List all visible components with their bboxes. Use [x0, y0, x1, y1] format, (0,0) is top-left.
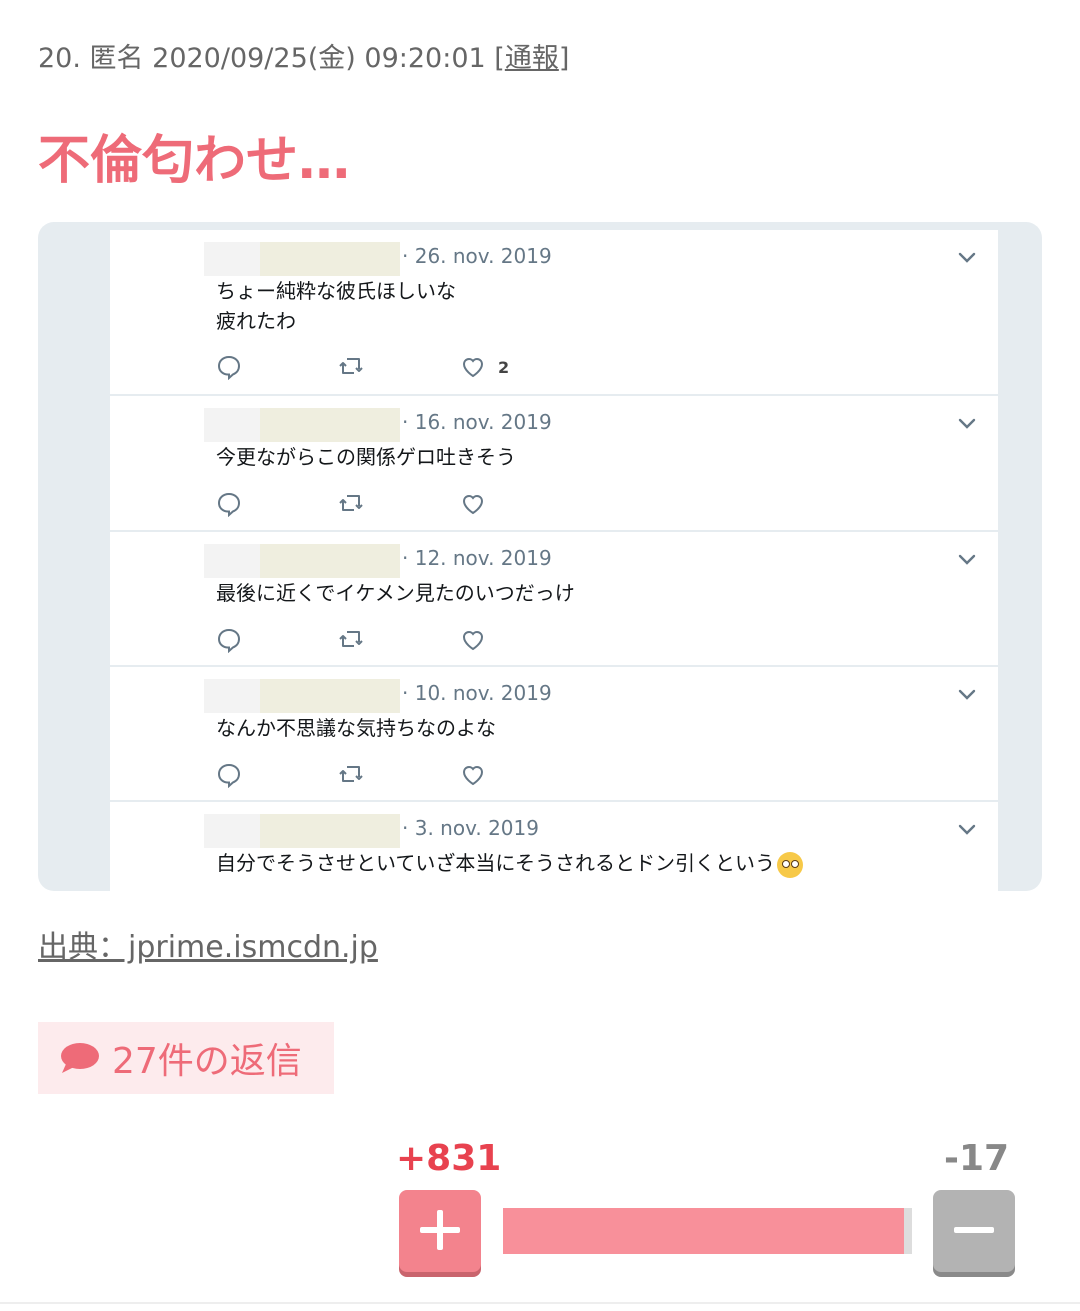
like-count: 2	[498, 357, 510, 377]
minus-vote-button[interactable]	[933, 1190, 1015, 1272]
attached-screenshot[interactable]: · 26. nov. 2019 ちょー純粋な彼氏ほしいな 疲れたわ 2 · 16. no…	[38, 222, 1042, 891]
retweet-icon[interactable]	[338, 760, 364, 790]
tweet-date: · 12. nov. 2019	[402, 546, 552, 570]
heart-icon[interactable]	[460, 489, 498, 519]
plus-vote-count: +831	[396, 1138, 502, 1179]
plus-vote-button[interactable]	[399, 1190, 481, 1272]
report-bracket-close: ]	[558, 43, 570, 74]
tweet-text: 自分でそうさせといていざ本当にそうされるとドン引くという	[216, 848, 803, 878]
tweet-text: なんか不思議な気持ちなのよな	[216, 713, 496, 743]
blurred-username	[260, 679, 400, 713]
tweet-actions	[216, 625, 616, 655]
retweet-icon[interactable]	[338, 625, 364, 655]
tweet-text-line: 最後に近くでイケメン見たのいつだっけ	[216, 581, 575, 605]
comment-bubble-icon	[60, 1042, 100, 1074]
post-number: 20.	[38, 43, 81, 74]
tweet-text: ちょー純粋な彼氏ほしいな 疲れたわ	[216, 276, 456, 336]
report-bracket-open: [	[494, 43, 505, 74]
minus-vote-count: -17	[944, 1138, 1010, 1179]
post-timestamp: 2020/09/25(金) 09:20:01	[152, 43, 486, 74]
replies-label: 27件の返信	[112, 1041, 302, 1082]
report-link[interactable]: 通報	[505, 43, 559, 74]
blurred-username	[260, 408, 400, 442]
divider	[0, 1302, 1080, 1304]
reply-icon[interactable]	[216, 760, 242, 790]
reply-icon[interactable]	[216, 625, 242, 655]
tweet-item[interactable]: · 3. nov. 2019 自分でそうさせといていざ本当にそうされるとドン引くと…	[110, 800, 998, 891]
retweet-icon[interactable]	[338, 352, 364, 382]
post-title: 不倫匂わせ…	[38, 131, 351, 191]
flushed-face-emoji-icon	[777, 851, 803, 878]
minus-icon	[954, 1227, 994, 1233]
source-link[interactable]: 出典：jprime.ismcdn.jp	[38, 922, 378, 966]
tweet-actions	[216, 489, 616, 519]
tweet-date: · 16. nov. 2019	[402, 410, 552, 434]
tweet-item[interactable]: · 12. nov. 2019 最後に近くでイケメン見たのいつだっけ	[110, 530, 998, 667]
blurred-username	[260, 544, 400, 578]
tweet-text: 最後に近くでイケメン見たのいつだっけ	[216, 578, 575, 608]
blurred-username	[260, 814, 400, 848]
tweet-date: · 26. nov. 2019	[402, 244, 552, 268]
tweet-text-line: 今更ながらこの関係ゲロ吐きそう	[216, 445, 516, 469]
tweet-date: · 10. nov. 2019	[402, 681, 552, 705]
heart-icon[interactable]	[460, 760, 498, 790]
tweet-item[interactable]: · 10. nov. 2019 なんか不思議な気持ちなのよな	[110, 665, 998, 802]
tweet-date: · 3. nov. 2019	[402, 816, 539, 840]
tweet-text-line: ちょー純粋な彼氏ほしいな	[216, 279, 456, 303]
post-author: 匿名	[89, 43, 144, 74]
chevron-down-icon[interactable]	[956, 683, 978, 705]
reply-icon[interactable]	[216, 489, 242, 519]
tweet-list: · 26. nov. 2019 ちょー純粋な彼氏ほしいな 疲れたわ 2 · 16. no…	[110, 228, 998, 891]
heart-icon[interactable]: 2	[460, 352, 509, 382]
tweet-text-line: なんか不思議な気持ちなのよな	[216, 716, 496, 740]
post-meta: 20. 匿名 2020/09/25(金) 09:20:01 [通報]	[38, 36, 569, 75]
replies-button[interactable]: 27件の返信	[38, 1022, 334, 1094]
tweet-text: 今更ながらこの関係ゲロ吐きそう	[216, 442, 516, 472]
heart-icon[interactable]	[460, 625, 498, 655]
tweet-item[interactable]: · 26. nov. 2019 ちょー純粋な彼氏ほしいな 疲れたわ 2	[110, 228, 998, 396]
chevron-down-icon[interactable]	[956, 412, 978, 434]
chevron-down-icon[interactable]	[956, 818, 978, 840]
tweet-actions: 2	[216, 352, 616, 382]
tweet-text-line: 疲れたわ	[216, 309, 296, 333]
blurred-username	[260, 242, 400, 276]
vote-ratio-bar	[503, 1208, 912, 1254]
vote-ratio-fill	[503, 1208, 904, 1254]
tweet-item[interactable]: · 16. nov. 2019 今更ながらこの関係ゲロ吐きそう	[110, 394, 998, 532]
retweet-icon[interactable]	[338, 489, 364, 519]
tweet-actions	[216, 760, 616, 790]
chevron-down-icon[interactable]	[956, 548, 978, 570]
chevron-down-icon[interactable]	[956, 246, 978, 268]
reply-icon[interactable]	[216, 352, 242, 382]
tweet-text-line: 自分でそうさせといていざ本当にそうされるとドン引くという	[216, 848, 803, 878]
